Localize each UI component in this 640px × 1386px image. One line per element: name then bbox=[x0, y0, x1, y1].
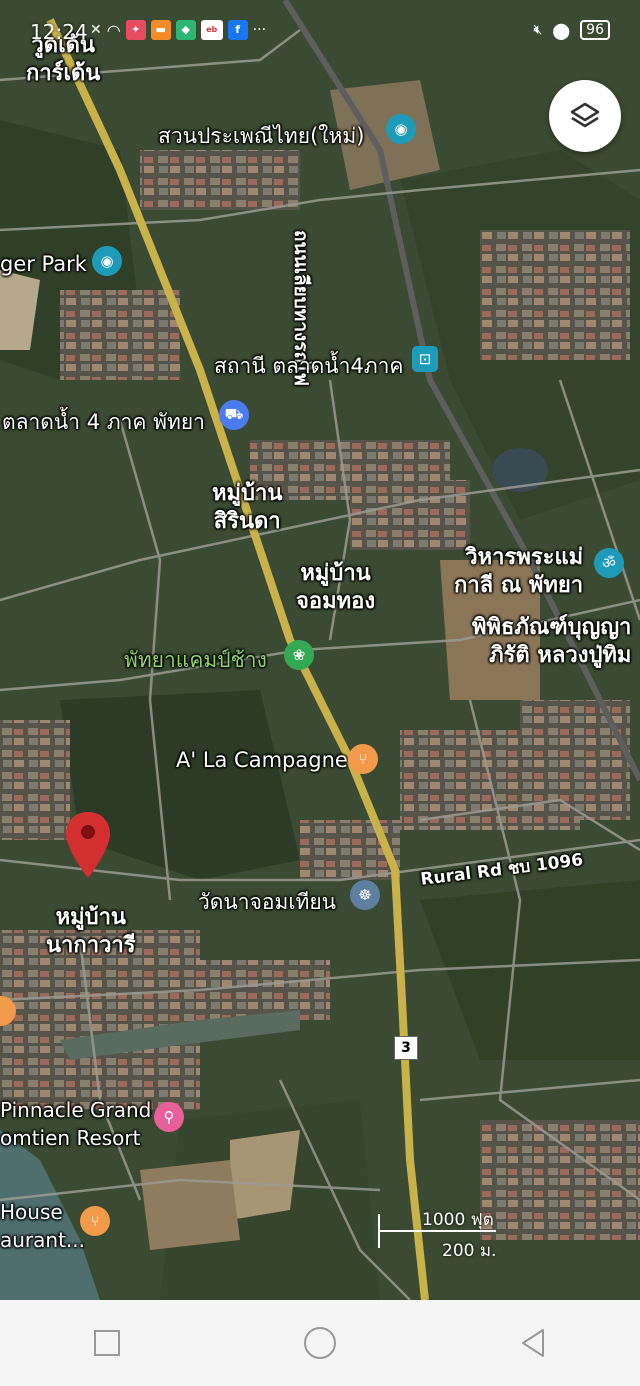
map-scale: 1000 ฟุต 200 ม. bbox=[378, 1206, 498, 1261]
place-label-virgin-mary-chapel[interactable]: วิหารพระแม่ กาลี ณ พัทยา bbox=[454, 544, 583, 600]
camera-pin-icon[interactable]: ◉ bbox=[92, 246, 122, 276]
scale-tick bbox=[378, 1232, 380, 1248]
restaurant-icon[interactable]: ⑂ bbox=[348, 744, 378, 774]
back-button[interactable] bbox=[513, 1323, 553, 1363]
square-icon bbox=[93, 1330, 120, 1356]
clock: 12:24 bbox=[30, 20, 88, 44]
place-label-jomthong-village[interactable]: หมู่บ้าน จอมทอง bbox=[296, 560, 375, 616]
scale-meters: 200 ม. bbox=[442, 1241, 497, 1261]
religious-site-icon[interactable]: ॐ bbox=[594, 548, 624, 578]
more-icon: ··· bbox=[252, 22, 267, 38]
status-bar: 12:24 ✕ ◠ ✦ ▬ ◆ eb f ··· 🔇︎ ⬤ 96 bbox=[0, 0, 640, 58]
place-label-sirinda-village[interactable]: หมู่บ้าน สิรินดา bbox=[212, 480, 282, 536]
layers-icon bbox=[570, 102, 600, 128]
layers-button[interactable] bbox=[549, 80, 621, 152]
paw-icon[interactable]: ❀ bbox=[284, 640, 314, 670]
shield-app-icon: ◆ bbox=[175, 20, 196, 40]
home-button[interactable] bbox=[300, 1323, 340, 1363]
location-icon: ⬤ bbox=[552, 20, 571, 40]
system-icons: 🔇︎ ⬤ 96 bbox=[533, 20, 610, 40]
scale-tick bbox=[378, 1214, 380, 1232]
app-icon: ✦ bbox=[125, 20, 146, 40]
place-label-house-restaurant[interactable]: House aurant... bbox=[0, 1198, 85, 1254]
scale-feet: 1000 ฟุต bbox=[422, 1210, 494, 1230]
recents-button[interactable] bbox=[87, 1323, 127, 1363]
notification-icons: ✕ ◠ ✦ ▬ ◆ eb f ··· bbox=[90, 20, 266, 40]
scale-bar bbox=[378, 1230, 496, 1232]
close-icon: ✕ bbox=[90, 22, 102, 38]
place-label-nakawari-village[interactable]: หมู่บ้าน นากาวารี bbox=[46, 904, 136, 960]
place-label-floating-market-station[interactable]: สถานี ตลาดน้ำ4ภาค bbox=[214, 350, 403, 383]
shopping-cart-icon[interactable]: ⛟ bbox=[219, 400, 249, 430]
facebook-icon: f bbox=[227, 20, 248, 40]
circle-icon bbox=[303, 1327, 336, 1359]
temple-icon[interactable]: ☸ bbox=[350, 880, 380, 910]
android-navigation-bar bbox=[0, 1300, 640, 1386]
battery-icon: 96 bbox=[580, 20, 610, 40]
place-label-thai-tradition-park[interactable]: สวนประเพณีไทย(ใหม่) bbox=[158, 120, 364, 153]
camera-pin-icon[interactable]: ◉ bbox=[386, 114, 416, 144]
place-label-museum[interactable]: พิพิธภัณฑ์บุญญา ภิรัติ หลวงปู่ทิม bbox=[472, 614, 631, 670]
restaurant-icon[interactable]: ⑂ bbox=[80, 1206, 110, 1236]
place-label-pinnacle-resort[interactable]: Pinnacle Grand omtien Resort bbox=[0, 1096, 151, 1152]
map-pin-icon[interactable] bbox=[64, 810, 112, 880]
wifi-icon: ◠ bbox=[106, 20, 121, 40]
route-shield-icon: 3 bbox=[394, 1036, 418, 1060]
mute-icon: 🔇︎ bbox=[533, 22, 543, 38]
ebay-icon: eb bbox=[200, 20, 223, 40]
place-label-floating-market[interactable]: ตลาดน้ำ 4 ภาค พัทยา bbox=[2, 406, 205, 439]
train-station-icon[interactable]: ⊡ bbox=[412, 346, 438, 372]
triangle-back-icon bbox=[522, 1329, 545, 1357]
place-label-la-campagne[interactable]: A' La Campagne bbox=[176, 748, 348, 772]
satellite-map[interactable]: 12:24 ✕ ◠ ✦ ▬ ◆ eb f ··· 🔇︎ ⬤ 96 วูดเด้น… bbox=[0, 0, 640, 1300]
place-label-wat-najomtien[interactable]: วัดนาจอมเทียน bbox=[198, 886, 336, 919]
orange-app-icon: ▬ bbox=[150, 20, 171, 40]
hotel-icon[interactable]: ⚲ bbox=[154, 1102, 184, 1132]
place-label-elephant-camp[interactable]: พัทยาแคมป์ช้าง bbox=[124, 644, 267, 677]
place-label-tiger-park[interactable]: ger Park bbox=[0, 252, 87, 276]
